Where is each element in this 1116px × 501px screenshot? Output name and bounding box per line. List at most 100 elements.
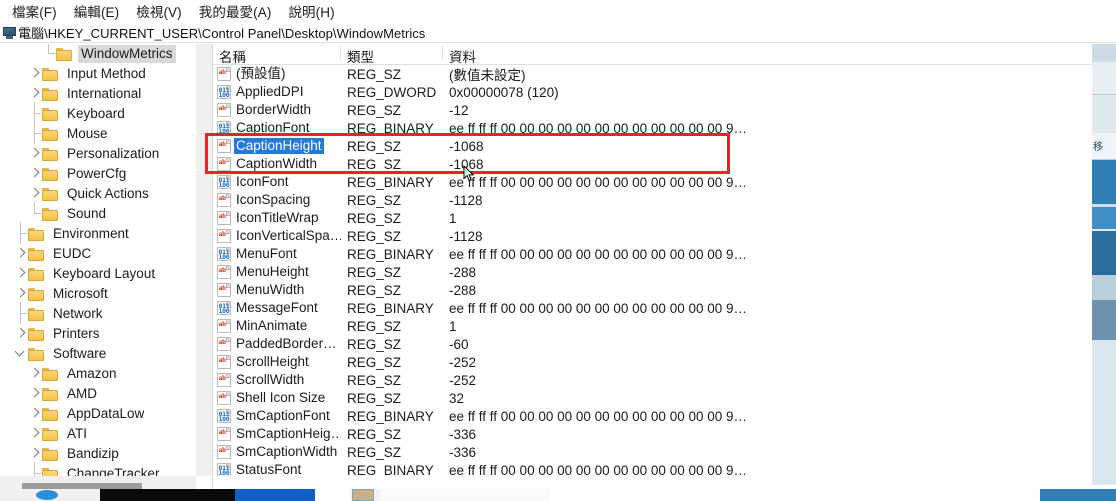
- tree-node[interactable]: Keyboard: [0, 102, 196, 124]
- table-row[interactable]: ab MenuWidth REG_SZ -288: [213, 281, 1116, 299]
- tree-node[interactable]: Bandizip: [0, 444, 196, 464]
- table-row[interactable]: 011 100 SmCaptionFont REG_BINARY ee ff ff ff…: [213, 407, 1116, 425]
- table-row[interactable]: ab CaptionHeight REG_SZ -1068: [213, 137, 1116, 155]
- menu-favorites[interactable]: 我的最愛(A): [191, 0, 281, 24]
- tree-node[interactable]: WindowMetrics: [0, 44, 196, 64]
- tree-node[interactable]: ATI: [0, 424, 196, 444]
- string-value-icon: ab: [217, 355, 231, 369]
- table-row[interactable]: ab MinAnimate REG_SZ 1: [213, 317, 1116, 335]
- taskbar-window-thumbnail[interactable]: [100, 489, 235, 501]
- menu-file[interactable]: 檔案(F): [4, 0, 66, 24]
- tree-node[interactable]: Microsoft: [0, 284, 196, 304]
- column-header-data[interactable]: 資料: [443, 44, 1103, 65]
- chevron-right-icon[interactable]: [28, 184, 42, 204]
- chevron-down-icon[interactable]: [14, 344, 28, 364]
- tree-node-label: Amazon: [67, 366, 117, 381]
- registry-tree-pane[interactable]: WindowMetrics Input Method International Ke…: [0, 44, 196, 476]
- chevron-right-icon[interactable]: [28, 404, 42, 424]
- tree-node[interactable]: Network: [0, 302, 196, 324]
- table-row[interactable]: 011 100 IconFont REG_BINARY ee ff ff ff 00 0…: [213, 173, 1116, 191]
- table-row[interactable]: 011 100 StatusFont REG_BINARY ee ff ff ff 00…: [213, 461, 1116, 476]
- menu-edit[interactable]: 編輯(E): [66, 0, 129, 24]
- cell-name: 011 100 SmCaptionFont: [213, 408, 341, 424]
- cell-type: REG_SZ: [347, 372, 402, 388]
- menu-view[interactable]: 檢視(V): [128, 0, 191, 24]
- tree-node-label: Keyboard: [67, 106, 125, 121]
- value-name: CaptionWidth: [236, 156, 318, 171]
- chevron-right-icon[interactable]: [28, 164, 42, 184]
- menu-help[interactable]: 說明(H): [280, 0, 343, 24]
- tree-node[interactable]: PowerCfg: [0, 164, 196, 184]
- value-name: PaddedBorder…: [236, 336, 337, 351]
- table-row[interactable]: ab IconVerticalSpa… REG_SZ -1128: [213, 227, 1116, 245]
- tree-node[interactable]: Input Method: [0, 64, 196, 84]
- tree-node[interactable]: Sound: [0, 202, 196, 224]
- taskbar-window-highlight[interactable]: [235, 489, 315, 501]
- tree-node[interactable]: Keyboard Layout: [0, 264, 196, 284]
- chevron-right-icon[interactable]: [14, 324, 28, 344]
- tree-node[interactable]: International: [0, 84, 196, 104]
- taskbar-empty-area[interactable]: [550, 489, 1040, 501]
- tree-node[interactable]: AMD: [0, 384, 196, 404]
- column-header-type[interactable]: 類型: [341, 44, 443, 65]
- tree-node[interactable]: Personalization: [0, 144, 196, 164]
- table-row[interactable]: ab MenuHeight REG_SZ -288: [213, 263, 1116, 281]
- tree-node[interactable]: Quick Actions: [0, 184, 196, 204]
- table-row[interactable]: ab ScrollWidth REG_SZ -252: [213, 371, 1116, 389]
- tree-node[interactable]: Environment: [0, 222, 196, 244]
- table-row[interactable]: ab PaddedBorder… REG_SZ -60: [213, 335, 1116, 353]
- chevron-right-icon[interactable]: [14, 284, 28, 304]
- chevron-right-icon[interactable]: [28, 424, 42, 444]
- chevron-right-icon[interactable]: [28, 364, 42, 384]
- table-row[interactable]: ab SmCaptionHeig… REG_SZ -336: [213, 425, 1116, 443]
- table-row[interactable]: 011 100 MessageFont REG_BINARY ee ff ff ff 0…: [213, 299, 1116, 317]
- tree-node[interactable]: EUDC: [0, 244, 196, 264]
- tree-node[interactable]: ChangeTracker: [0, 462, 196, 476]
- table-row[interactable]: 011 100 AppliedDPI REG_DWORD 0x00000078 (120…: [213, 83, 1116, 101]
- chevron-right-icon[interactable]: [28, 384, 42, 404]
- tree-node[interactable]: Mouse: [0, 122, 196, 144]
- tree-node[interactable]: Printers: [0, 324, 196, 344]
- table-row[interactable]: 011 100 CaptionFont REG_BINARY ee ff ff ff 0…: [213, 119, 1116, 137]
- chevron-right-icon[interactable]: [28, 84, 42, 104]
- value-name: MenuFont: [236, 246, 297, 261]
- string-value-icon: ab: [217, 283, 231, 297]
- taskbar-edge-icon[interactable]: [36, 490, 58, 500]
- pane-splitter[interactable]: [196, 44, 212, 476]
- string-value-icon: ab: [217, 67, 231, 81]
- table-row[interactable]: ab IconTitleWrap REG_SZ 1: [213, 209, 1116, 227]
- chevron-right-icon[interactable]: [28, 144, 42, 164]
- table-row[interactable]: 011 100 MenuFont REG_BINARY ee ff ff ff 00 0…: [213, 245, 1116, 263]
- table-row[interactable]: ab SmCaptionWidth REG_SZ -336: [213, 443, 1116, 461]
- cell-data: 1: [449, 318, 457, 334]
- chevron-right-icon[interactable]: [28, 444, 42, 464]
- table-row[interactable]: ab Shell Icon Size REG_SZ 32: [213, 389, 1116, 407]
- value-name: MessageFont: [236, 300, 318, 315]
- table-row[interactable]: ab ScrollHeight REG_SZ -252: [213, 353, 1116, 371]
- taskbar-app-icon[interactable]: [352, 489, 374, 501]
- cell-name: ab ScrollHeight: [213, 354, 341, 370]
- column-header-name[interactable]: 名稱: [213, 44, 341, 65]
- table-row[interactable]: ab CaptionWidth REG_SZ -1068: [213, 155, 1116, 173]
- right-side-panel-partial[interactable]: 移: [1092, 44, 1116, 485]
- tree-node[interactable]: AppDataLow: [0, 404, 196, 424]
- tree-connector-elbow: [42, 44, 56, 64]
- cell-data: ee ff ff ff 00 00 00 00 00 00 00 00 00 0…: [449, 300, 748, 316]
- tree-node[interactable]: Software: [0, 344, 196, 364]
- chevron-right-icon[interactable]: [14, 244, 28, 264]
- taskbar-system-tray[interactable]: [1040, 489, 1116, 501]
- table-row[interactable]: ab (預設值) REG_SZ (數值未設定): [213, 65, 1116, 83]
- registry-values-pane[interactable]: 名稱 類型 資料 ab (預設值) REG_SZ (數值未設定) 011 100 Appli…: [212, 44, 1116, 476]
- chevron-right-icon[interactable]: [28, 64, 42, 84]
- table-row[interactable]: ab BorderWidth REG_SZ -12: [213, 101, 1116, 119]
- value-name: ScrollHeight: [236, 354, 309, 369]
- tree-node[interactable]: Amazon: [0, 364, 196, 384]
- string-value-icon: ab: [217, 265, 231, 279]
- address-bar[interactable]: 電腦\HKEY_CURRENT_USER\Control Panel\Deskt…: [0, 23, 1116, 43]
- list-rows: ab (預設值) REG_SZ (數值未設定) 011 100 AppliedDPI REG_…: [213, 65, 1116, 476]
- table-row[interactable]: ab IconSpacing REG_SZ -1128: [213, 191, 1116, 209]
- chevron-right-icon[interactable]: [14, 264, 28, 284]
- taskbar-partial[interactable]: [0, 489, 1116, 501]
- list-header: 名稱 類型 資料: [213, 44, 1116, 65]
- cell-data: ee ff ff ff 00 00 00 00 00 00 00 00 00 0…: [449, 462, 748, 477]
